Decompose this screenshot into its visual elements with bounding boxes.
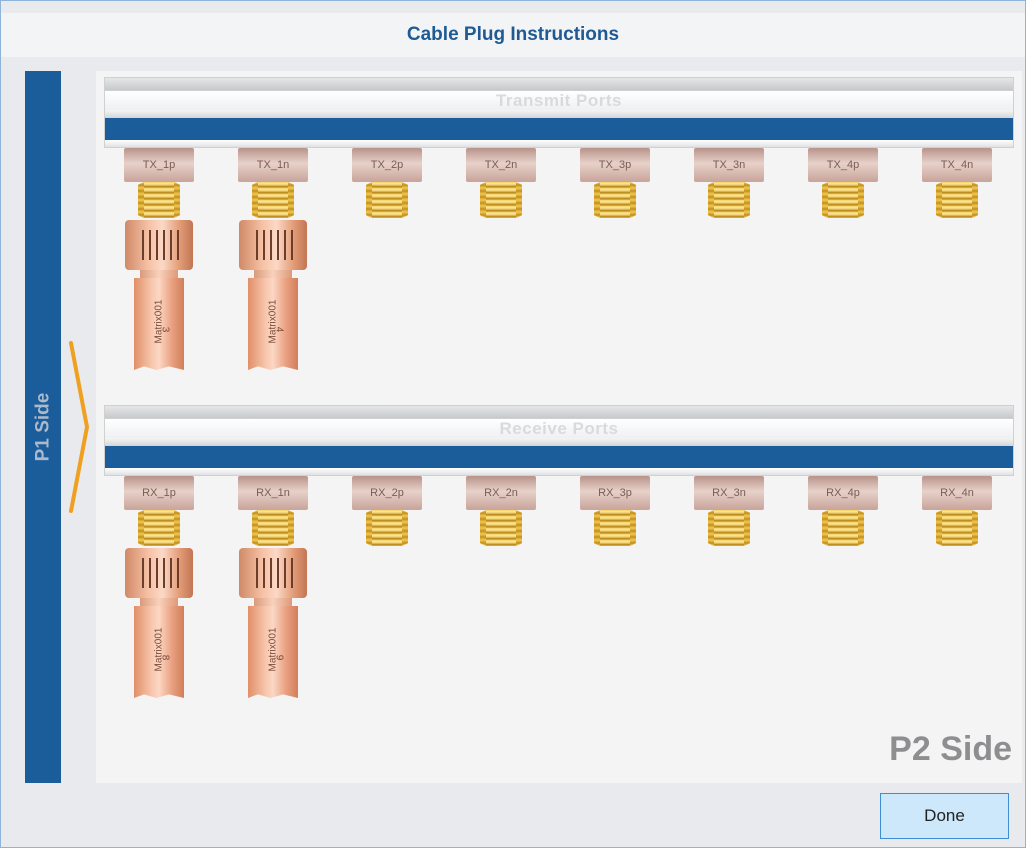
- cable-number: 3: [159, 326, 171, 333]
- port-head: TX_2n: [466, 148, 536, 182]
- cable-plug-dialog: Cable Plug Instructions P1 Side Transmit…: [0, 0, 1026, 848]
- port-thread: [600, 510, 630, 546]
- port-thread: [258, 182, 288, 218]
- cable-number: 9: [273, 654, 285, 661]
- receive-ports-label: Receive Ports: [499, 418, 619, 438]
- port-thread: [600, 182, 630, 218]
- cable: Matrix001 8: [134, 606, 184, 698]
- title-bar: Cable Plug Instructions: [1, 13, 1025, 57]
- port-head: TX_1n: [238, 148, 308, 182]
- port-head: TX_4n: [922, 148, 992, 182]
- p2-side-label: P2 Side: [889, 730, 1012, 768]
- connector-nut: [239, 548, 307, 598]
- port-head: TX_3n: [694, 148, 764, 182]
- port-head: TX_2p: [352, 148, 422, 182]
- connector-nut: [239, 220, 307, 270]
- cable: Matrix001 3: [134, 278, 184, 370]
- port-head: RX_2p: [352, 476, 422, 510]
- port-head: RX_3p: [580, 476, 650, 510]
- connector-nut: [125, 548, 193, 598]
- port-head: TX_4p: [808, 148, 878, 182]
- port-head: RX_4n: [922, 476, 992, 510]
- port-head: TX_3p: [580, 148, 650, 182]
- cable-name: Matrix001: [267, 627, 279, 671]
- cable: Matrix001 4: [248, 278, 298, 370]
- port-label: RX_2p: [370, 487, 404, 499]
- cable-connector[interactable]: Matrix001 3: [124, 218, 194, 378]
- receive-bank-rail: [104, 446, 1014, 468]
- cable-number: 8: [159, 654, 171, 661]
- port-head: RX_3n: [694, 476, 764, 510]
- cable-name: Matrix001: [153, 299, 165, 343]
- done-button[interactable]: Done: [880, 793, 1009, 839]
- port-label: TX_1n: [256, 159, 290, 171]
- port-label: RX_1p: [142, 487, 176, 499]
- port-head: RX_2n: [466, 476, 536, 510]
- transmit-ports-label: Transmit Ports: [495, 90, 623, 110]
- port-label: TX_2n: [484, 159, 518, 171]
- dialog-title: Cable Plug Instructions: [406, 24, 620, 45]
- port-label: TX_2p: [370, 159, 404, 171]
- port-thread: [258, 510, 288, 546]
- port-label: RX_4n: [940, 487, 974, 499]
- port-thread: [942, 510, 972, 546]
- port-thread: [372, 182, 402, 218]
- port-thread: [714, 182, 744, 218]
- connector-nut: [125, 220, 193, 270]
- port-head: RX_1p: [124, 476, 194, 510]
- port-head: RX_1n: [238, 476, 308, 510]
- port-label: TX_4p: [826, 159, 860, 171]
- port-head: RX_4p: [808, 476, 878, 510]
- port-thread: [144, 182, 174, 218]
- port-thread: [144, 510, 174, 546]
- p1-side-bar: P1 Side: [25, 71, 61, 783]
- port-label: TX_3p: [598, 159, 632, 171]
- port-thread: [828, 182, 858, 218]
- port-label: RX_4p: [826, 487, 860, 499]
- transmit-bank-rail: [104, 118, 1014, 140]
- port-thread: [828, 510, 858, 546]
- port-head: TX_1p: [124, 148, 194, 182]
- ports-panel: Transmit Ports Receive Ports TX_1p Matrix…: [96, 71, 1022, 783]
- chevron-right-icon: [69, 341, 89, 513]
- cable-connector[interactable]: Matrix001 8: [124, 546, 194, 706]
- port-thread: [942, 182, 972, 218]
- port-label: TX_4n: [940, 159, 974, 171]
- port-label: TX_3n: [712, 159, 746, 171]
- p1-side-label: P1 Side: [32, 392, 53, 462]
- port-label: RX_3n: [712, 487, 746, 499]
- cable-connector[interactable]: Matrix001 9: [238, 546, 308, 706]
- cable: Matrix001 9: [248, 606, 298, 698]
- cable-name: Matrix001: [153, 627, 165, 671]
- port-thread: [486, 510, 516, 546]
- port-label: RX_1n: [256, 487, 290, 499]
- cable-name: Matrix001: [267, 299, 279, 343]
- port-label: RX_2n: [484, 487, 518, 499]
- port-thread: [714, 510, 744, 546]
- port-label: TX_1p: [142, 159, 176, 171]
- port-thread: [486, 182, 516, 218]
- cable-number: 4: [273, 326, 285, 333]
- port-thread: [372, 510, 402, 546]
- cable-connector[interactable]: Matrix001 4: [238, 218, 308, 378]
- port-label: RX_3p: [598, 487, 632, 499]
